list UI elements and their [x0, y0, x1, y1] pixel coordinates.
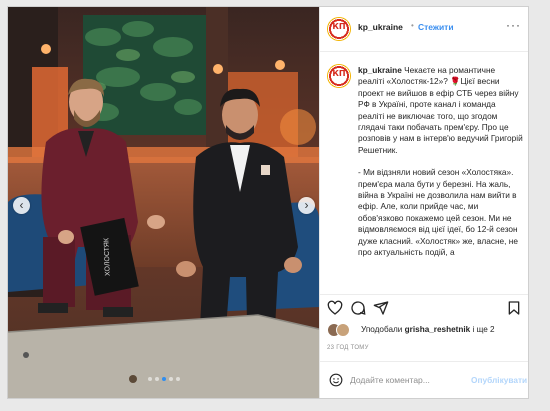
caption-username[interactable]: kp_ukraine — [358, 65, 402, 75]
photo-scene: ХОЛОСТЯК — [8, 7, 319, 398]
carousel-next-button[interactable]: › — [298, 197, 315, 214]
post-side-panel: КП kp_ukraine • Стежити ··· КП kp_ukrain… — [319, 7, 528, 398]
action-bar — [320, 294, 528, 321]
caption-paragraph-1: Чекаєте на романтичне реаліті «Холостяк-… — [358, 65, 523, 155]
carousel-dot — [161, 377, 166, 381]
carousel-dot — [175, 377, 180, 381]
publish-button[interactable]: Опублікувати — [471, 375, 527, 385]
comment-input[interactable] — [350, 372, 470, 388]
carousel-indicator — [8, 368, 319, 386]
like-heart-icon[interactable] — [327, 300, 343, 316]
share-send-icon[interactable] — [373, 300, 389, 316]
likes-username[interactable]: grisha_reshetnik — [405, 325, 471, 334]
emoji-smiley-icon[interactable] — [329, 373, 343, 387]
account-avatar[interactable]: КП — [327, 17, 351, 41]
caption-paragraph-2: - Ми відзняли новий сезон «Холостяка». п… — [358, 167, 518, 258]
post-header: КП kp_ukraine • Стежити ··· — [320, 7, 528, 52]
save-bookmark-icon[interactable] — [506, 300, 522, 316]
carousel-dot — [154, 377, 159, 381]
caption-avatar-text: КП — [332, 69, 346, 78]
avatar-logo-text: КП — [332, 22, 346, 31]
carousel-dot — [147, 377, 152, 381]
post-caption: КП kp_ukraine Чекаєте на романтичне реал… — [320, 53, 528, 291]
likes-suffix[interactable]: і ще 2 — [472, 325, 494, 334]
carousel-prev-button[interactable]: ‹ — [13, 197, 30, 214]
comment-bar: Опублікувати — [320, 361, 528, 398]
book-title: ХОЛОСТЯК — [103, 237, 111, 276]
more-options-icon[interactable]: ··· — [506, 18, 521, 32]
carousel-dot — [168, 377, 173, 381]
follow-button[interactable]: Стежити — [418, 22, 454, 32]
likes-prefix: Уподобали — [361, 325, 403, 334]
likes-text: Уподобали grisha_reshetnik і ще 2 — [361, 325, 495, 334]
post-photo[interactable]: ХОЛОСТЯК ‹ › — [8, 7, 319, 398]
comment-bubble-icon[interactable] — [350, 300, 366, 316]
caption-avatar[interactable]: КП — [327, 64, 351, 88]
account-username[interactable]: kp_ukraine — [358, 22, 403, 32]
caption-text: kp_ukraine Чекаєте на романтичне реаліті… — [358, 65, 523, 270]
instagram-post-window: ХОЛОСТЯК ‹ › КП kp_ukraine • Стежити ···… — [7, 6, 529, 399]
separator-dot: • — [411, 21, 414, 30]
likes-row: Уподобали grisha_reshetnik і ще 2 — [327, 323, 527, 339]
liker-avatar-2[interactable] — [336, 323, 350, 337]
post-timestamp[interactable]: 23 ГОД ТОМУ — [327, 345, 369, 351]
